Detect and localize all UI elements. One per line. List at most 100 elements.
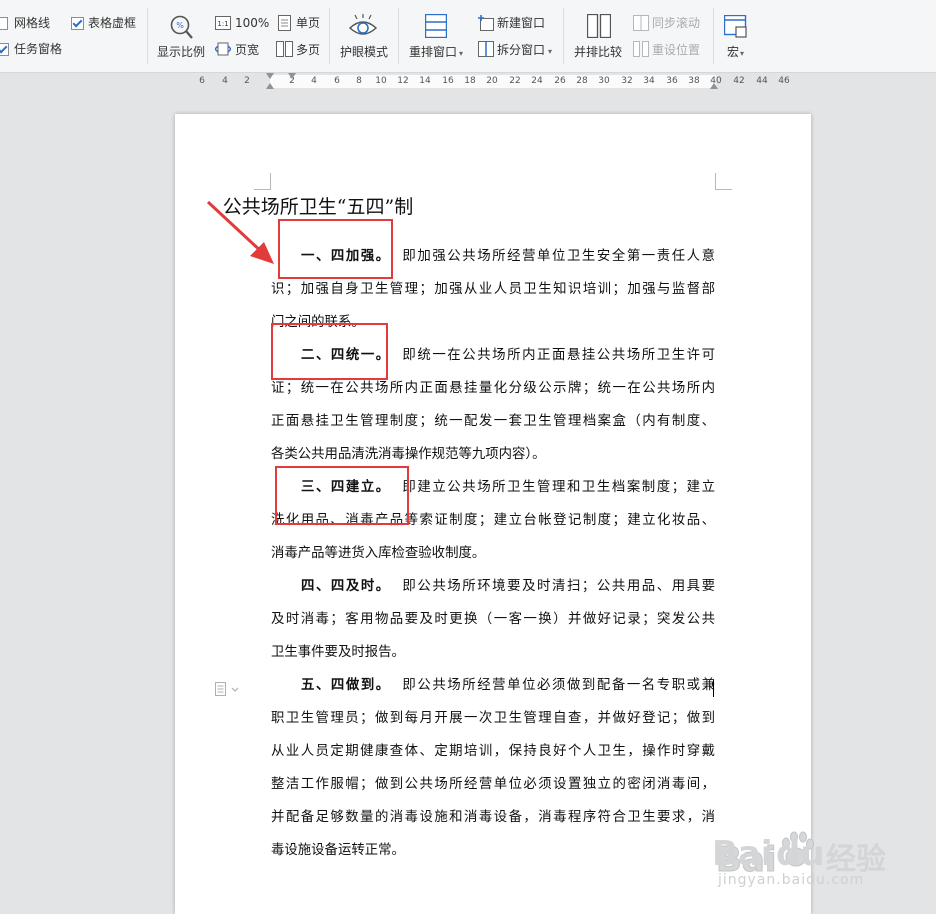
ruler-tick-label: 44 (756, 76, 768, 86)
ruler-tick-label: 4 (222, 76, 228, 86)
document-line: 及时消毒；客用物品要及时更换（一客一换）并做好记录；突发公共 (271, 603, 715, 636)
annotation-box (278, 219, 393, 279)
svg-text:1:1: 1:1 (217, 20, 228, 28)
arrange-window-label: 重排窗口 (409, 45, 458, 59)
new-window-label: 新建窗口 (497, 16, 546, 30)
magnifier-zoom-icon: % (170, 15, 193, 39)
document-line: 并配备足够数量的消毒设施和消毒设备，消毒程序符合卫生要求，消 (271, 801, 715, 834)
paragraph-text: 即公共场所经营单位必须做到配备一名专职或兼 (390, 678, 715, 693)
paragraph-text: 即公共场所环境要及时清扫；公共用品、用具要 (390, 579, 715, 594)
ruler-tick-label: 42 (733, 76, 745, 86)
ruler-tick-label: 28 (576, 76, 588, 86)
reset-position-label: 重设位置 (652, 43, 701, 57)
indent-marker[interactable] (288, 73, 296, 79)
ruler-tick-label: 24 (531, 76, 543, 86)
margin-corner-top-right (715, 173, 732, 190)
paragraph-text: 整洁工作服帽；做到公共场所经营单位必须设置独立的密闭消毒间， (271, 777, 715, 792)
ruler-tick-label: 20 (486, 76, 498, 86)
single-page-icon (278, 15, 291, 31)
document-line: 从业人员定期健康查体、定期培训，保持良好个人卫生，操作时穿戴 (271, 735, 715, 768)
divider (563, 8, 564, 64)
one-to-one-icon: 1:1 (215, 16, 231, 30)
paragraph-text: 识；加强自身卫生管理；加强从业人员卫生知识培训；加强与监督部 (271, 282, 715, 297)
grid-lines-checkbox[interactable] (0, 17, 8, 30)
right-indent-marker[interactable] (710, 83, 718, 89)
split-window-icon (478, 41, 494, 57)
ruler-tick-label: 34 (643, 76, 655, 86)
page-width-label: 页宽 (235, 43, 260, 57)
table-gridlines-label[interactable]: 表格虚框 (88, 15, 136, 31)
single-page-label: 单页 (296, 16, 321, 30)
paragraph-text: 职卫生管理员；做到每月开展一次卫生管理自查，并做好登记；做到 (271, 711, 715, 726)
paragraph-heading: 五、四做到。 (301, 677, 391, 693)
paragraph-text: 卫生事件要及时报告。 (271, 645, 405, 660)
document-line: 正面悬挂卫生管理制度；统一配发一套卫生管理档案盒（内有制度、 (271, 405, 715, 438)
eye-protection-label: 护眼模式 (340, 45, 389, 59)
task-pane-checkbox[interactable] (0, 43, 9, 56)
document-line: 四、四及时。 即公共场所环境要及时清扫；公共用品、用具要 (271, 570, 715, 603)
chevron-down-icon: ▾ (459, 49, 464, 58)
paragraph-text: 正面悬挂卫生管理制度；统一配发一套卫生管理档案盒（内有制度、 (271, 414, 715, 429)
divider (713, 8, 714, 64)
paragraph-text: 各类公共用品清洗消毒操作规范等九项内容）。 (271, 447, 546, 462)
document-line: 职卫生管理员；做到每月开展一次卫生管理自查，并做好登记；做到 (271, 702, 715, 735)
divider (147, 8, 148, 64)
margin-corner-top-left (254, 173, 271, 190)
document-line: 毒设施设备运转正常。 (271, 834, 715, 867)
ruler-tick-label: 30 (598, 76, 610, 86)
ruler-tick-label: 8 (356, 76, 362, 86)
divider (329, 8, 330, 64)
left-indent-marker[interactable] (266, 83, 274, 89)
document-line: 整洁工作服帽；做到公共场所经营单位必须设置独立的密闭消毒间， (271, 768, 715, 801)
paragraph-heading: 四、四及时。 (301, 578, 391, 594)
multi-page-icon (276, 41, 293, 57)
document-title: 公共场所卫生“五四”制 (222, 196, 414, 218)
arrange-window-icon (425, 14, 447, 38)
multi-page-label: 多页 (296, 43, 321, 57)
ruler-tick-label: 16 (442, 76, 454, 86)
page-width-icon (215, 42, 231, 56)
ruler-tick-label: 32 (621, 76, 633, 86)
ruler-tick-label: 22 (509, 76, 521, 86)
paragraph-options-icon[interactable] (215, 682, 243, 696)
ruler-tick-label: 12 (397, 76, 409, 86)
watermark-brand-suffix: du (776, 834, 825, 874)
ruler-tick-label: 4 (311, 76, 317, 86)
ruler-tick-label: 46 (778, 76, 790, 86)
horizontal-ruler[interactable]: 6 4 2 2 4 6 8 10 12 14 16 18 20 22 24 26 28 30 32 34 36 38 40 4… (0, 73, 936, 91)
ruler-tick-label: 18 (464, 76, 476, 86)
paragraph-text: 即建立公共场所卫生管理和卫生档案制度；建立 (390, 480, 715, 495)
ruler-tick-label: 38 (688, 76, 700, 86)
chevron-down-icon: ▾ (548, 47, 553, 56)
svg-text:%: % (176, 21, 184, 30)
red-arrow-icon (206, 200, 274, 264)
split-window-label: 拆分窗口 (497, 43, 546, 57)
chevron-down-icon: ▾ (740, 49, 745, 58)
paragraph-text: 并配备足够数量的消毒设施和消毒设备，消毒程序符合卫生要求，消 (271, 810, 715, 825)
document-line: 消毒产品等进货入库检查验收制度。 (271, 537, 715, 570)
annotation-box (271, 323, 388, 380)
text-cursor (713, 680, 714, 697)
first-line-indent-marker[interactable] (266, 73, 274, 79)
side-by-side-icon (587, 14, 611, 38)
grid-lines-label[interactable]: 网格线 (14, 15, 50, 31)
paragraph-text: 毒设施设备运转正常。 (271, 843, 405, 858)
watermark-brand: Bai (712, 834, 773, 874)
ruler-tick-label: 2 (244, 76, 250, 86)
annotation-box (275, 466, 409, 525)
watermark-url: jingyan.baidu.com (718, 872, 865, 888)
paragraph-text: 即统一在公共场所内正面悬挂公共场所卫生许可 (390, 348, 715, 363)
ruler-tick-label: 36 (666, 76, 678, 86)
ruler-tick-label: 6 (199, 76, 205, 86)
ribbon-toolbar: 网格线 表格虚框 任务窗格 % 显示比例 1:1 100% 页宽 单页 多页 护… (0, 0, 936, 73)
zoom-100-label: 100% (235, 16, 270, 30)
ruler-tick-label: 10 (375, 76, 387, 86)
macro-label: 宏 (727, 45, 740, 59)
ruler-tick-label: 14 (419, 76, 431, 86)
zoom-label: 显示比例 (157, 45, 206, 59)
table-gridlines-checkbox[interactable] (71, 17, 84, 30)
paragraph-text: 证；统一在公共场所内正面悬挂量化分级公示牌；统一在公共场所内 (271, 381, 715, 396)
divider (398, 8, 399, 64)
document-line: 卫生事件要及时报告。 (271, 636, 715, 669)
task-pane-label[interactable]: 任务窗格 (14, 41, 62, 57)
